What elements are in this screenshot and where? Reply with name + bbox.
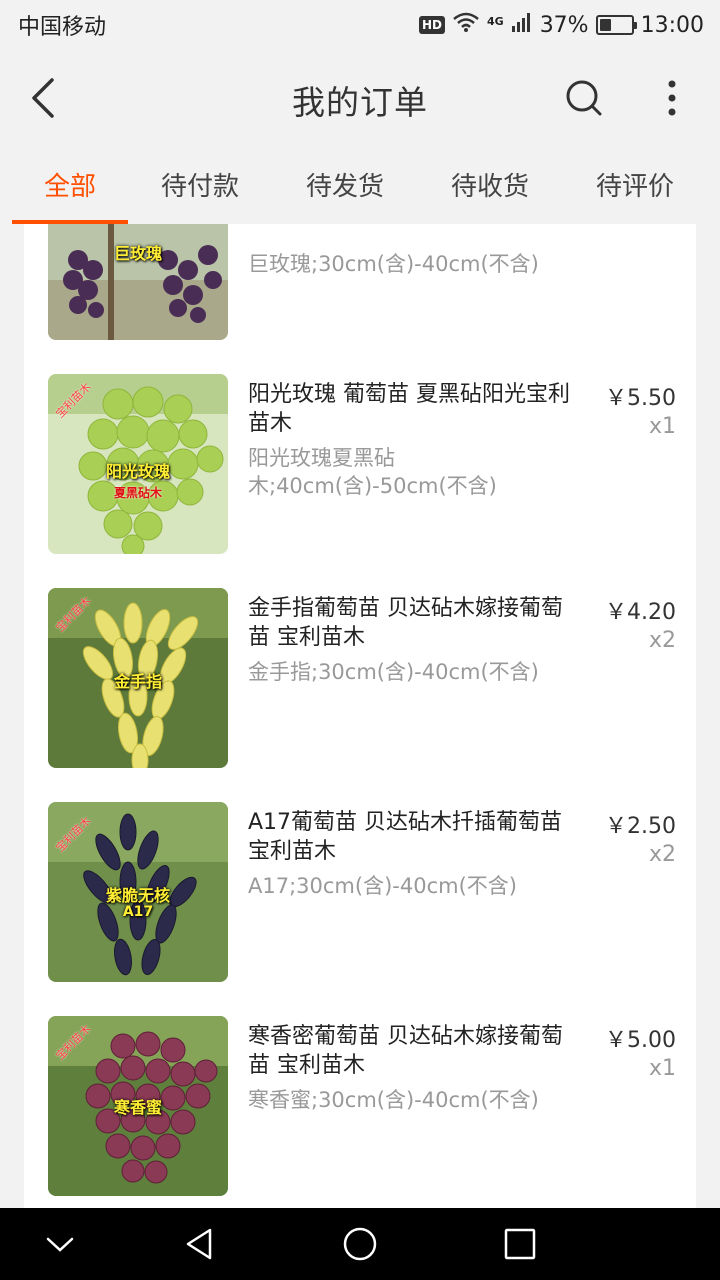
product-image[interactable]: 巨玫瑰 (48, 224, 228, 340)
product-image[interactable]: 宝利苗木 紫脆无核 A17 (48, 802, 228, 982)
product-spec: A17;30cm(含)-40cm(不含) (248, 874, 517, 898)
nav-home-button[interactable] (340, 1224, 380, 1264)
product-image-label: 阳光玫瑰 (105, 462, 170, 481)
tab-all[interactable]: 全部 (42, 166, 98, 216)
order-item[interactable]: 宝利苗木 阳光玫瑰 夏黑砧木 阳光玫瑰 葡萄苗 夏黑砧阳光宝利苗木 阳光玫瑰夏黑… (24, 374, 696, 554)
product-spec: 阳光玫瑰夏黑砧木;40cm(含)-50cm(不含) (248, 446, 497, 498)
nav-back-button[interactable] (180, 1224, 220, 1264)
product-title[interactable]: 阳光玫瑰 葡萄苗 夏黑砧阳光宝利苗木 (248, 380, 578, 438)
recents-square-icon (504, 1228, 536, 1260)
product-price: ￥5.00 (605, 1028, 676, 1053)
tab-pending-receipt[interactable]: 待收货 (448, 166, 532, 216)
product-title[interactable]: 金手指葡萄苗 贝达砧木嫁接葡萄苗 宝利苗木 (248, 594, 578, 652)
tab-pending-review[interactable]: 待评价 (593, 166, 677, 216)
battery-level (599, 19, 611, 31)
status-bar: 中国移动 HD 4G 37% 13:00 (0, 0, 720, 50)
product-image-sublabel: A17 (122, 904, 154, 920)
search-button[interactable] (562, 76, 606, 120)
product-image[interactable]: 宝利苗木 寒香蜜 (48, 1016, 228, 1196)
product-image-label: 寒香蜜 (113, 1098, 162, 1117)
order-tabs: 全部 待付款 待发货 待收货 待评价 (0, 146, 720, 224)
more-vertical-icon (668, 80, 676, 116)
order-item[interactable]: 宝利苗木 寒香蜜 寒香密葡萄苗 贝达砧木嫁接葡萄苗 宝利苗木 寒香蜜;30cm(… (24, 1016, 696, 1196)
page-title: 我的订单 (292, 83, 428, 122)
product-image[interactable]: 宝利苗木 阳光玫瑰 夏黑砧木 (48, 374, 228, 554)
product-title[interactable]: A17葡萄苗 贝达砧木扦插葡萄苗 宝利苗木 (248, 808, 578, 866)
hide-nav-button[interactable] (40, 1224, 80, 1264)
more-options-button[interactable] (652, 74, 692, 122)
chevron-down-icon (46, 1237, 74, 1252)
back-triangle-icon (186, 1228, 212, 1260)
product-title[interactable]: 寒香密葡萄苗 贝达砧木嫁接葡萄苗 宝利苗木 (248, 1022, 578, 1080)
tab-pending-shipment[interactable]: 待发货 (303, 166, 387, 216)
status-indicators: HD 4G 37% 13:00 (418, 11, 704, 39)
order-item[interactable]: 宝利苗木 紫脆无核 A17 A17葡萄苗 贝达砧木扦插葡萄苗 宝利苗木 A17;… (24, 802, 696, 982)
product-image-label: 巨玫瑰 (113, 244, 162, 263)
product-quantity: x1 (648, 414, 676, 439)
product-image-label: 金手指 (113, 672, 162, 691)
product-spec: 寒香蜜;30cm(含)-40cm(不含) (248, 1088, 539, 1112)
tab-pending-payment[interactable]: 待付款 (158, 166, 242, 216)
nav-recents-button[interactable] (500, 1224, 540, 1264)
product-spec: 巨玫瑰;30cm(含)-40cm(不含) (248, 252, 539, 276)
product-quantity: x2 (648, 628, 676, 653)
order-card: 巨玫瑰 巨玫瑰;30cm(含)-40cm(不含) 宝利苗木 阳光玫瑰 夏黑砧木 … (24, 224, 696, 1208)
product-spec: 金手指;30cm(含)-40cm(不含) (248, 660, 539, 684)
system-navigation-bar (0, 1208, 720, 1280)
product-price: ￥5.50 (605, 386, 676, 411)
product-image-sublabel: 夏黑砧木 (113, 486, 162, 500)
clock: 13:00 (640, 12, 704, 38)
order-item[interactable]: 宝利苗木 金手指 金手指葡萄苗 贝达砧木嫁接葡萄苗 宝利苗木 金手指;30cm(… (24, 588, 696, 768)
product-price: ￥4.20 (605, 600, 676, 625)
battery-percent: 37% (539, 12, 589, 38)
product-image-label: 紫脆无核 (105, 886, 170, 905)
wifi-icon (452, 11, 480, 39)
order-item[interactable]: 巨玫瑰 巨玫瑰;30cm(含)-40cm(不含) (24, 224, 696, 340)
home-circle-icon (343, 1227, 377, 1261)
hd-badge: HD (418, 16, 445, 34)
product-quantity: x2 (648, 842, 676, 867)
network-type-label: 4G (487, 15, 504, 28)
signal-icon (511, 11, 533, 39)
carrier-label: 中国移动 (18, 15, 107, 40)
battery-icon (595, 15, 637, 35)
product-quantity: x1 (648, 1056, 676, 1081)
search-icon (566, 80, 602, 116)
product-price: ￥2.50 (605, 814, 676, 839)
product-image[interactable]: 宝利苗木 金手指 (48, 588, 228, 768)
app-header: 我的订单 (0, 50, 720, 146)
